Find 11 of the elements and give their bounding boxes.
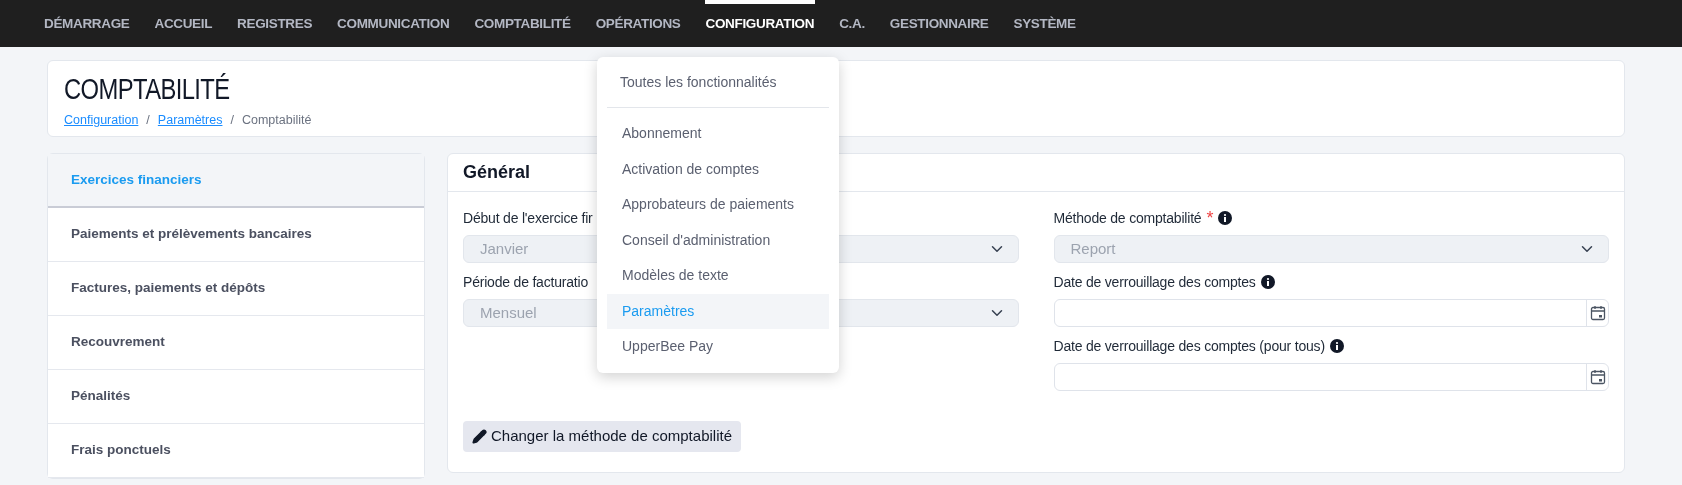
field-label: Méthode de comptabilité <box>1053 208 1202 228</box>
field-label: Date de verrouillage des comptes (pour tous) <box>1053 336 1325 356</box>
field-label: Date de verrouillage des comptes <box>1053 272 1256 292</box>
breadcrumb-current: Comptabilité <box>241 112 312 129</box>
breadcrumb-separator: / <box>146 112 150 129</box>
required-mark: * <box>1206 209 1214 227</box>
page-title: COMPTABILITÉ <box>64 72 230 107</box>
field-label: Début de l'exercice fir <box>463 208 593 228</box>
section-title: Général <box>463 161 531 184</box>
breadcrumb-separator: / <box>230 112 234 129</box>
field-label: Période de facturatio <box>463 272 588 292</box>
